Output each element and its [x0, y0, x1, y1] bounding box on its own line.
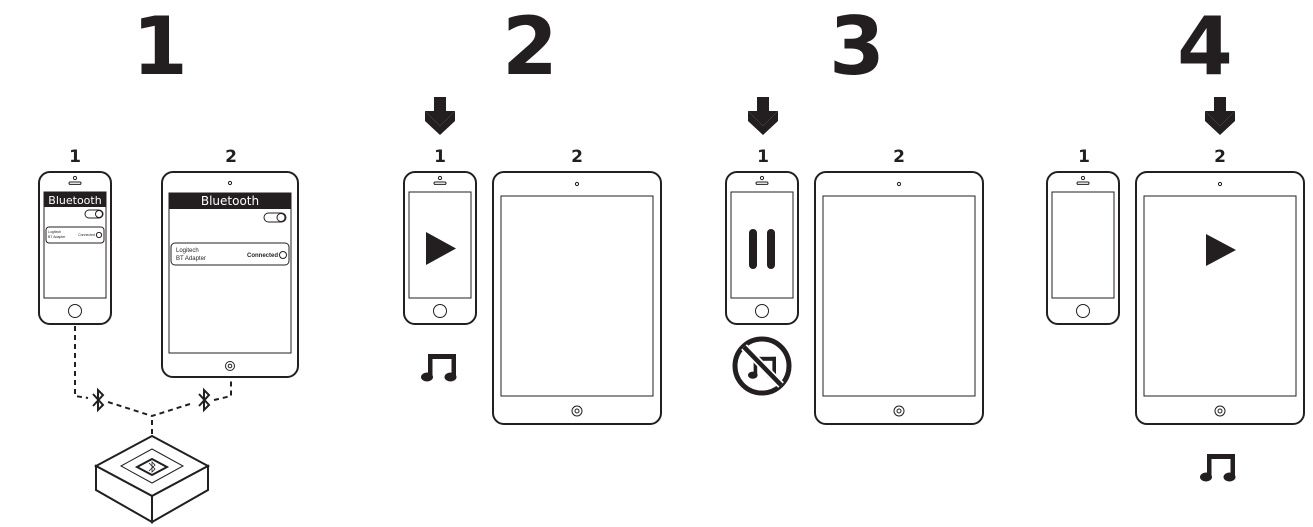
device-label-phone: 1 [434, 147, 446, 167]
bluetooth-adapter-icon [93, 434, 211, 524]
device-label-tablet: 2 [893, 147, 905, 167]
bluetooth-icon [198, 389, 210, 411]
phone-device [725, 171, 799, 325]
bluetooth-title: Bluetooth [201, 194, 259, 208]
pairing-diagram: 1 1 2 Bluetooth Logitech BT Adapter Conn… [38, 0, 1305, 524]
no-music-icon [732, 336, 792, 396]
phone-device [1046, 171, 1120, 325]
tablet-device [492, 171, 662, 425]
tablet-device: Bluetooth Logitech BT Adapter Connected [161, 171, 299, 378]
connection-status: Connected [78, 233, 95, 237]
music-note-icon [1200, 454, 1236, 482]
device-name-line1: Logitech [176, 248, 199, 254]
connection-status: Connected [247, 253, 278, 259]
device-label-phone: 1 [757, 147, 769, 167]
tablet-device [814, 171, 984, 425]
device-label-phone: 1 [69, 147, 81, 167]
step-1: 1 1 2 Bluetooth Logitech BT Adapter Conn… [38, 0, 299, 524]
step-2: 2 1 2 [403, 0, 662, 425]
device-label-phone: 1 [1078, 147, 1090, 167]
music-note-icon [421, 354, 457, 382]
device-label-tablet: 2 [225, 147, 237, 167]
active-device-arrow-icon [425, 97, 455, 135]
device-name-line2: BT Adapter [176, 256, 206, 262]
device-name-line1: Logitech [48, 230, 61, 234]
step-number: 3 [829, 0, 885, 93]
step-number: 2 [502, 0, 558, 93]
phone-device [403, 171, 477, 325]
bluetooth-icon [92, 389, 104, 411]
bluetooth-title: Bluetooth [48, 194, 101, 207]
step-3: 3 1 2 [725, 0, 984, 425]
step-number: 1 [132, 0, 188, 93]
phone-device: Bluetooth Logitech BT Adapter Connected [38, 171, 112, 325]
step-number: 4 [1177, 0, 1233, 93]
device-label-tablet: 2 [571, 147, 583, 167]
active-device-arrow-icon [748, 97, 778, 135]
device-label-tablet: 2 [1214, 147, 1226, 167]
step-4: 4 1 2 [1046, 0, 1305, 482]
active-device-arrow-icon [1205, 97, 1235, 135]
tablet-device [1135, 171, 1305, 425]
device-name-line2: BT Adapter [48, 235, 66, 239]
